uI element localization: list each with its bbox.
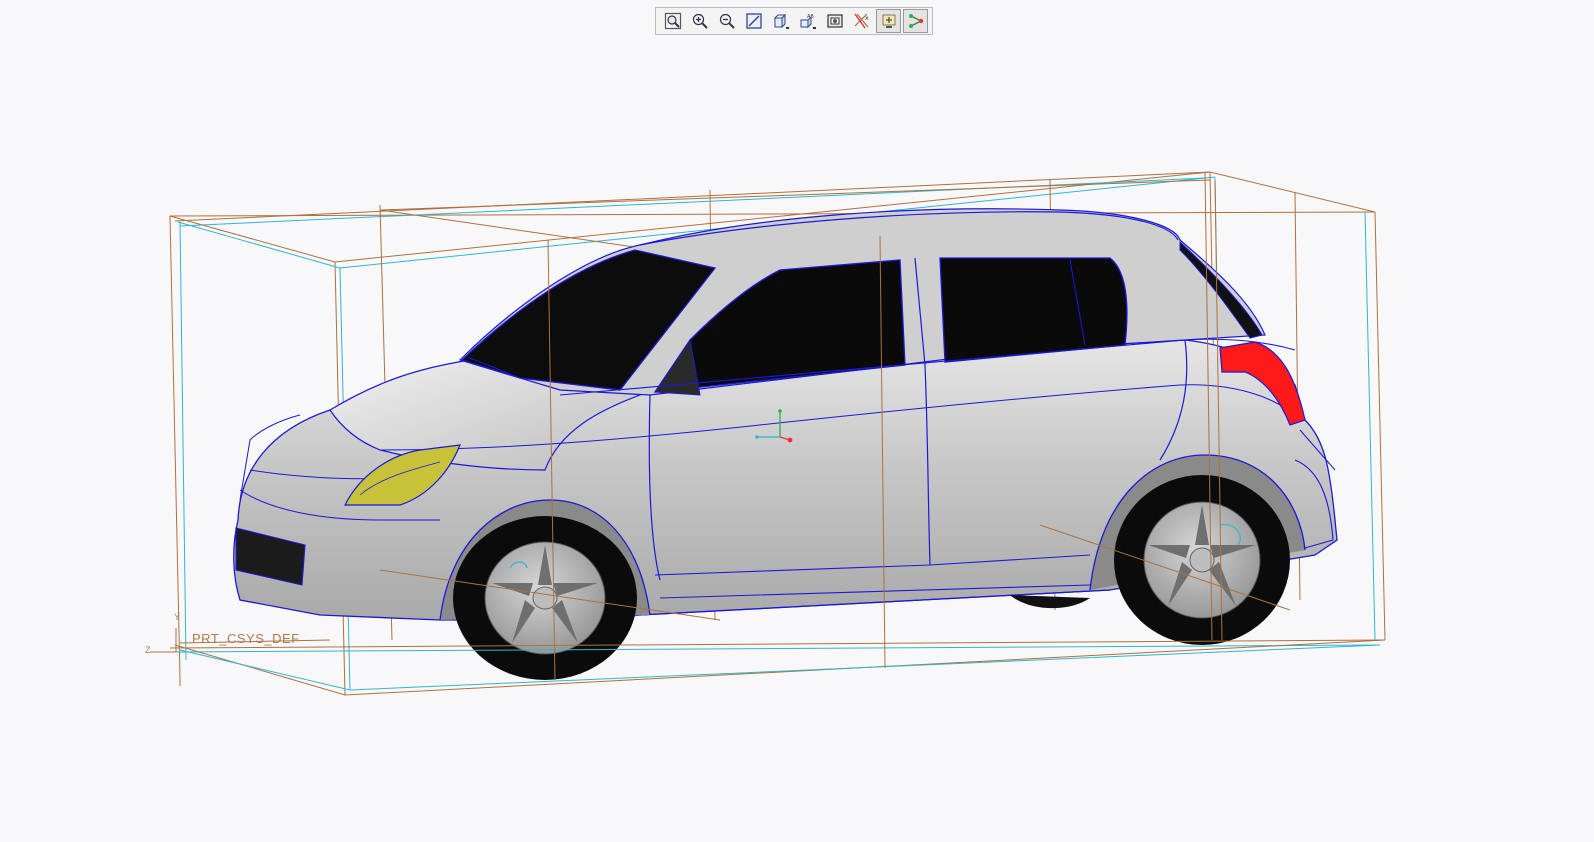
- rear-wheel: [1114, 475, 1290, 645]
- axis-z-label: Z: [145, 645, 151, 655]
- car-model[interactable]: [233, 208, 1338, 680]
- axis-y-label: Y: [174, 612, 181, 622]
- model-scene[interactable]: [0, 0, 1594, 842]
- graphics-viewport[interactable]: AB x: [0, 0, 1594, 842]
- car-rear-window: [939, 257, 1128, 363]
- csys-label[interactable]: PRT_CSYS_DEF: [192, 631, 300, 646]
- front-wheel: [453, 516, 637, 680]
